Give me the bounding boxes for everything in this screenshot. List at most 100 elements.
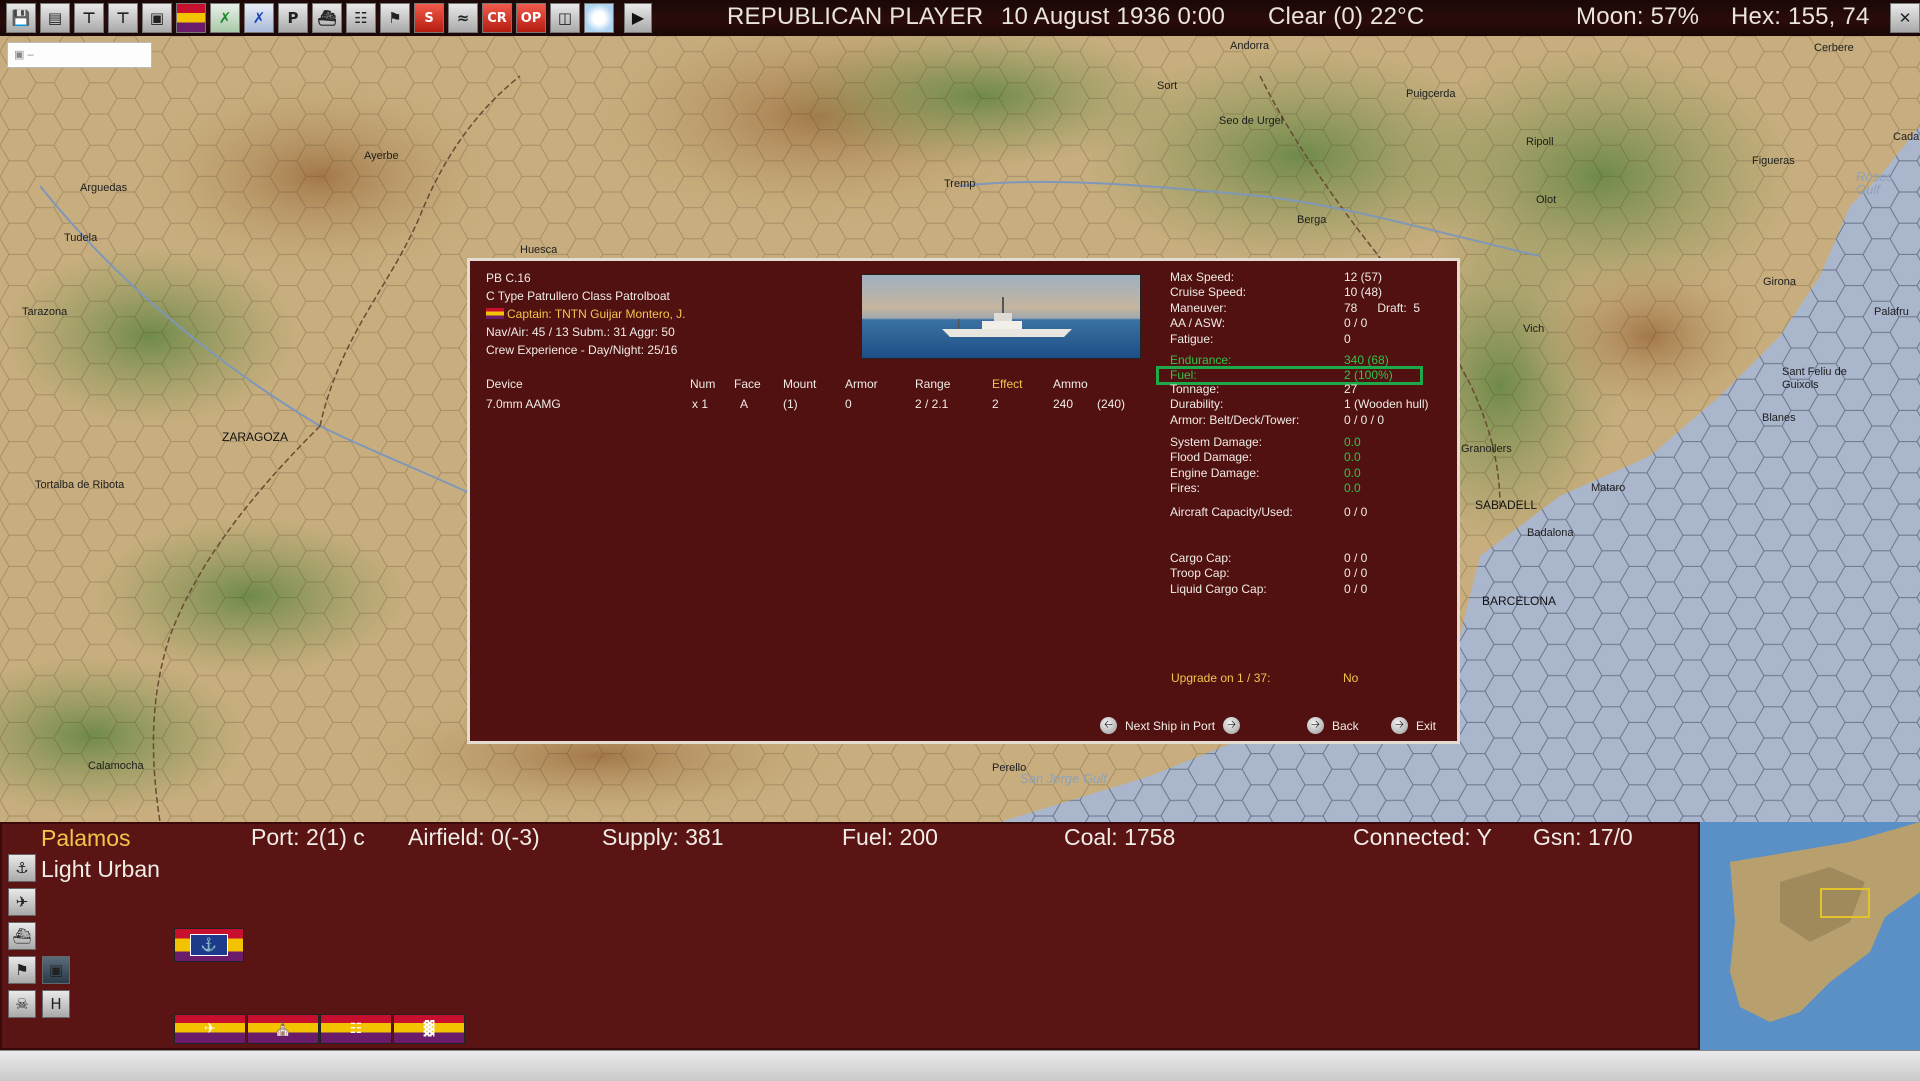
town-ripoll[interactable]: Ripoll	[1526, 136, 1554, 148]
arrow-right-icon[interactable]: 🡢	[1223, 717, 1241, 734]
town-calamocha[interactable]: Calamocha	[88, 760, 144, 772]
town-puigcerda[interactable]: Puigcerda	[1406, 88, 1456, 100]
player-label: REPUBLICAN PLAYER	[727, 3, 984, 30]
exit-button[interactable]: 🡢 Exit	[1391, 717, 1436, 734]
ship-filter-icon[interactable]: ⛴	[8, 922, 36, 950]
device-header-effect[interactable]: Effect	[992, 377, 1022, 391]
upgrade-value: No	[1343, 671, 1359, 685]
unit-tab-aircraft[interactable]: ✈	[174, 1014, 246, 1044]
toolbar-icons: 💾 ▤ ⊤ ⊤ ▣ ✗ ✗ P ⛴ ☷ ⚑ S ≈ CR OP ◫	[0, 0, 614, 36]
town-andorra[interactable]: Andorra	[1230, 40, 1269, 52]
stat-value: 340 (68)	[1344, 353, 1389, 367]
town-sant-feliu[interactable]: Sant Feliu de Guixols	[1782, 366, 1872, 392]
back-button[interactable]: 🡢 Back	[1307, 717, 1359, 734]
town-olot[interactable]: Olot	[1536, 194, 1556, 206]
town-tremp[interactable]: Tremp	[944, 178, 975, 190]
stat-label: Armor: Belt/Deck/Tower:	[1170, 413, 1300, 427]
stat-label: Troop Cap:	[1170, 566, 1230, 580]
town-zaragoza[interactable]: ZARAGOZA	[222, 430, 288, 444]
port-readout: Port: 2(1) c	[251, 824, 365, 850]
stat-value: 27	[1344, 382, 1358, 396]
h-button[interactable]: H	[42, 990, 70, 1018]
unit-tab-factory[interactable]: ⛪	[247, 1014, 319, 1044]
close-icon[interactable]: ✕	[1890, 3, 1920, 33]
flag-icon[interactable]	[176, 3, 206, 33]
stat-label: Tonnage:	[1170, 382, 1220, 396]
fuel-readout: Fuel: 200	[842, 824, 938, 850]
mini-window[interactable]: ▣ –	[7, 42, 152, 68]
s-icon[interactable]: S	[414, 3, 444, 33]
factory-icon[interactable]: ⚑	[380, 3, 410, 33]
exit-label: Exit	[1416, 718, 1437, 733]
unit-tab-industry[interactable]: ▓	[393, 1014, 465, 1044]
town-palafru[interactable]: Palafru	[1874, 306, 1909, 318]
town-ayerbe[interactable]: Ayerbe	[364, 150, 399, 162]
location-name: Palamos	[41, 825, 131, 851]
stat-value: 0 / 0	[1344, 316, 1368, 330]
town-barcelona[interactable]: BARCELONA	[1482, 594, 1556, 608]
naval-unit-counter[interactable]: ⚓	[174, 928, 244, 962]
stat-value: 12 (57)	[1344, 270, 1383, 284]
town-sort[interactable]: Sort	[1157, 80, 1177, 92]
stat-value: 0.0	[1344, 466, 1361, 480]
device-mount: (1)	[783, 397, 798, 411]
stat-label: Maneuver:	[1170, 301, 1227, 315]
stat-aircraft-capacity: Aircraft Capacity/Used: 0 / 0	[1170, 505, 1450, 519]
stat-label: Cargo Cap:	[1170, 551, 1232, 565]
town-granollers[interactable]: Granollers	[1461, 443, 1512, 455]
town-huesca[interactable]: Huesca	[520, 244, 557, 256]
town-girona[interactable]: Girona	[1763, 276, 1796, 288]
save-icon[interactable]: 💾	[6, 3, 36, 33]
unit-tab-rail[interactable]: ☷	[320, 1014, 392, 1044]
op-icon[interactable]: OP	[516, 3, 546, 33]
town-badalona[interactable]: Badalona	[1527, 527, 1574, 539]
town-cada[interactable]: Cada	[1893, 131, 1919, 143]
mini-map[interactable]	[1700, 822, 1920, 1050]
minimap-viewport[interactable]	[1820, 888, 1870, 918]
p-icon[interactable]: P	[278, 3, 308, 33]
back-label: Back	[1332, 718, 1359, 733]
map-icon[interactable]: ≈	[448, 3, 478, 33]
moon-readout: Moon: 57%	[1576, 3, 1700, 30]
supply-readout: Supply: 381	[602, 824, 724, 850]
info-icon[interactable]: ▣	[142, 3, 172, 33]
town-berga[interactable]: Berga	[1297, 214, 1326, 226]
org2-icon[interactable]: ⊤	[108, 3, 138, 33]
crane-icon[interactable]: ◫	[550, 3, 580, 33]
ship-icon[interactable]: ⛴	[312, 3, 342, 33]
town-blanes[interactable]: Blanes	[1762, 412, 1796, 424]
town-tortalba[interactable]: Tortalba de Ribota	[35, 479, 124, 491]
town-vich[interactable]: Vich	[1523, 323, 1544, 335]
green-sword-icon[interactable]: ✗	[210, 3, 240, 33]
device-num: x 1	[692, 397, 709, 411]
flag-filter-icon[interactable]: ⚑	[8, 956, 36, 984]
stat-value: 0 / 0	[1344, 505, 1368, 519]
end-turn-play-icon[interactable]: ▶	[624, 3, 652, 33]
anchor-icon[interactable]: ⚓	[8, 854, 36, 882]
town-arguedas[interactable]: Arguedas	[80, 182, 127, 194]
report-icon[interactable]: ▤	[40, 3, 70, 33]
weather-icon[interactable]	[584, 3, 614, 33]
town-seo-de-urgel[interactable]: Seo de Urgel	[1219, 115, 1283, 127]
stat-value: 0.0	[1344, 435, 1361, 449]
town-mataro[interactable]: Mataro	[1591, 482, 1625, 494]
town-tarazona[interactable]: Tarazona	[22, 306, 67, 318]
arrow-left-icon[interactable]: 🡠	[1100, 717, 1117, 734]
next-ship-in-port-button[interactable]: 🡠 Next Ship in Port 🡢	[1100, 717, 1241, 734]
town-figueras[interactable]: Figueras	[1752, 155, 1795, 167]
map-filter-icon[interactable]: ▣	[42, 956, 70, 984]
factory-filter-icon[interactable]: ☠	[8, 990, 36, 1018]
cr-icon[interactable]: CR	[482, 3, 512, 33]
stat-tonnage: Tonnage: 27	[1170, 382, 1450, 396]
ship-silhouette	[942, 297, 1072, 337]
town-cerbere[interactable]: Cerbere	[1814, 42, 1854, 54]
town-tudela[interactable]: Tudela	[64, 232, 97, 244]
terrain-type: Light Urban	[41, 856, 160, 882]
org-icon[interactable]: ⊤	[74, 3, 104, 33]
captain-name: Captain: TNTN Guijar Montero, J.	[507, 307, 686, 321]
captain-line[interactable]: Captain: TNTN Guijar Montero, J.	[486, 307, 686, 321]
train-icon[interactable]: ☷	[346, 3, 376, 33]
town-sabadell[interactable]: SABADELL	[1475, 498, 1537, 512]
airplane-icon[interactable]: ✈	[8, 888, 36, 916]
blue-sword-icon[interactable]: ✗	[244, 3, 274, 33]
